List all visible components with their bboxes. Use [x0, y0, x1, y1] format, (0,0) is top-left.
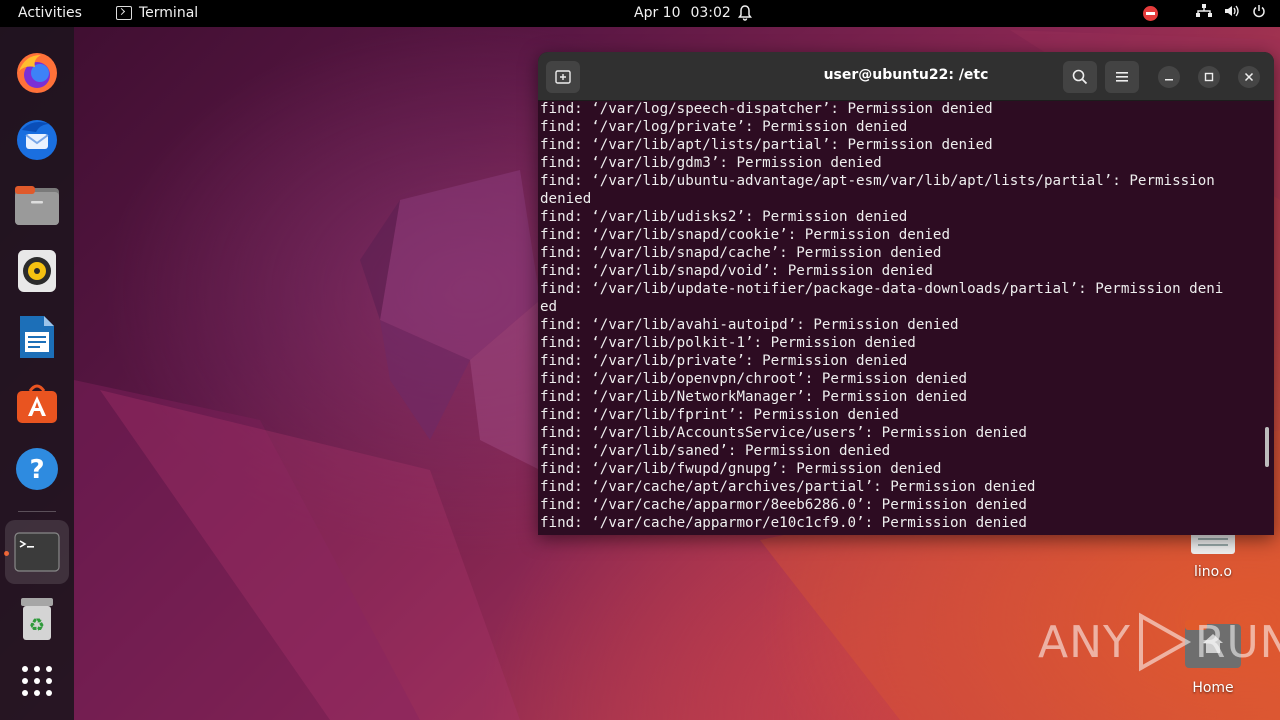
- terminal-line: find: ‘/var/lib/apt/lists/partial’: Perm…: [540, 137, 993, 153]
- dock-trash[interactable]: ♻: [13, 595, 61, 643]
- dock-separator: [18, 511, 56, 512]
- terminal-line: find: ‘/var/lib/avahi-autoipd’: Permissi…: [540, 317, 959, 333]
- terminal-line: find: ‘/var/lib/snapd/void’: Permission …: [540, 263, 933, 279]
- terminal-scrollbar[interactable]: [1265, 427, 1269, 467]
- maximize-icon: [1204, 72, 1214, 82]
- terminal-header-bar[interactable]: user@ubuntu22: /etc: [538, 52, 1274, 101]
- terminal-window[interactable]: user@ubuntu22: /etc find: ‘/var/log/spee…: [538, 52, 1274, 535]
- dock-thunderbird[interactable]: [13, 115, 61, 163]
- desktop-file-label: lino.o: [1194, 564, 1232, 580]
- terminal-output[interactable]: find: ‘/var/log/speech-dispatcher’: Perm…: [540, 100, 1260, 535]
- menu-button[interactable]: [1105, 61, 1139, 93]
- svg-text:?: ?: [29, 455, 44, 485]
- watermark-right: RUN: [1194, 616, 1280, 668]
- help-icon: ?: [16, 448, 58, 490]
- terminal-line: find: ‘/var/lib/fwupd/gnupg’: Permission…: [540, 461, 942, 477]
- dock-files[interactable]: [13, 181, 61, 229]
- rhythmbox-icon: [18, 250, 56, 292]
- search-button[interactable]: [1063, 61, 1097, 93]
- app-grid-icon: [22, 666, 52, 696]
- dock-firefox[interactable]: [13, 49, 61, 97]
- writer-icon: [20, 316, 54, 358]
- clock-date: Apr 10: [634, 5, 681, 21]
- terminal-line: find: ‘/var/lib/AccountsService/users’: …: [540, 425, 1027, 441]
- terminal-app-icon: [14, 532, 60, 572]
- files-icon: [15, 186, 59, 225]
- terminal-line: find: ‘/var/lib/polkit-1’: Permission de…: [540, 335, 916, 351]
- terminal-line: find: ‘/var/lib/snapd/cache’: Permission…: [540, 245, 942, 261]
- terminal-line: denied: [540, 191, 592, 207]
- clock[interactable]: Apr 10 03:02: [634, 5, 731, 21]
- terminal-line: find: ‘/var/lib/udisks2’: Permission den…: [540, 209, 908, 225]
- terminal-line: find: ‘/var/log/private’: Permission den…: [540, 119, 908, 135]
- terminal-line: find: ‘/var/lib/openvpn/chroot’: Permiss…: [540, 371, 968, 387]
- app-menu[interactable]: Terminal: [116, 5, 198, 21]
- minimize-icon: [1165, 79, 1173, 81]
- anyrun-watermark: ANY RUN: [1038, 612, 1280, 672]
- terminal-line: find: ‘/var/cache/apparmor/8eeb6286.0’: …: [540, 497, 1027, 513]
- firefox-icon: [17, 53, 57, 93]
- terminal-line: ed: [540, 299, 558, 315]
- dock-rhythmbox[interactable]: [13, 247, 61, 295]
- hamburger-menu-icon: [1116, 72, 1128, 82]
- close-icon: [1244, 72, 1254, 82]
- terminal-line: find: ‘/var/lib/private’: Permission den…: [540, 353, 908, 369]
- volume-icon[interactable]: [1224, 4, 1240, 22]
- terminal-line: find: ‘/var/cache/apt/archives/partial’:…: [540, 479, 1036, 495]
- terminal-line: find: ‘/var/lib/NetworkManager’: Permiss…: [540, 389, 968, 405]
- dock-help[interactable]: ?: [13, 445, 61, 493]
- app-menu-label: Terminal: [139, 5, 199, 21]
- activities-button[interactable]: Activities: [18, 5, 82, 21]
- svg-text:♻: ♻: [29, 615, 45, 636]
- play-logo-icon: [1138, 612, 1191, 672]
- dock-show-applications[interactable]: [13, 657, 61, 705]
- system-tray[interactable]: [1143, 4, 1266, 22]
- desktop-home-label: Home: [1192, 680, 1234, 696]
- close-button[interactable]: [1238, 66, 1260, 88]
- dock-ubuntu-software[interactable]: [13, 379, 61, 427]
- terminal-line: find: ‘/var/cache/apparmor/e10c1cf9.0’: …: [540, 515, 1027, 531]
- thunderbird-icon: [17, 120, 57, 160]
- trash-icon: ♻: [21, 598, 53, 640]
- top-bar: Activities Terminal Apr 10 03:02: [0, 0, 1280, 27]
- dock: ? ♻: [0, 27, 74, 720]
- maximize-button[interactable]: [1198, 66, 1220, 88]
- do-not-disturb-icon[interactable]: [1143, 5, 1158, 21]
- terminal-line: find: ‘/var/lib/saned’: Permission denie…: [540, 443, 891, 459]
- dock-terminal[interactable]: [5, 520, 69, 584]
- terminal-line: find: ‘/var/lib/fprint’: Permission deni…: [540, 407, 899, 423]
- notification-bell-icon[interactable]: [738, 5, 752, 25]
- clock-time: 03:02: [690, 5, 731, 21]
- dock-libreoffice-writer[interactable]: [13, 313, 61, 361]
- terminal-line: find: ‘/var/lib/ubuntu-advantage/apt-esm…: [540, 173, 1215, 189]
- terminal-line: find: ‘/var/lib/gdm3’: Permission denied: [540, 155, 882, 171]
- watermark-left: ANY: [1038, 616, 1131, 668]
- terminal-line: find: ‘/var/lib/snapd/cookie’: Permissio…: [540, 227, 950, 243]
- software-store-icon: [17, 384, 57, 423]
- power-icon[interactable]: [1252, 4, 1266, 22]
- terminal-line: find: ‘/var/lib/update-notifier/package-…: [540, 281, 1224, 297]
- terminal-line: find: ‘/var/log/speech-dispatcher’: Perm…: [540, 101, 993, 117]
- network-icon[interactable]: [1196, 4, 1212, 22]
- terminal-icon: [116, 6, 132, 20]
- search-icon: [1072, 69, 1088, 85]
- minimize-button[interactable]: [1158, 66, 1180, 88]
